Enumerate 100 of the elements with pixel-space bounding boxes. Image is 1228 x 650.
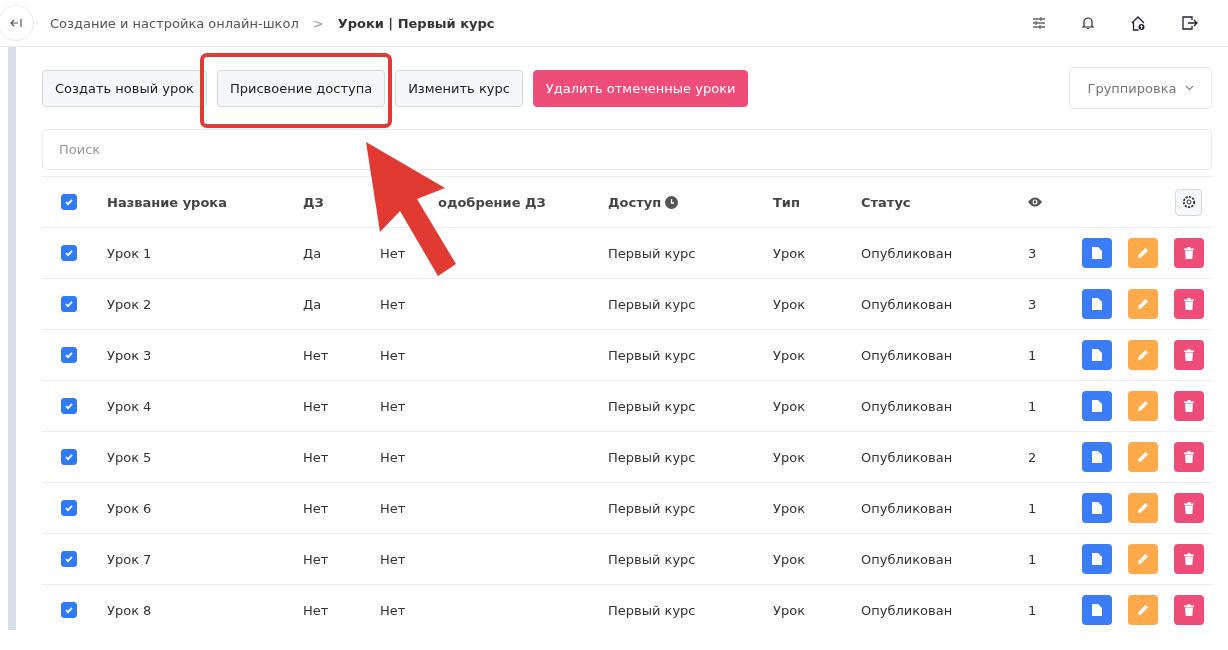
table-cell-text: Первый курс (608, 347, 697, 363)
pencil-icon (1137, 247, 1149, 259)
checkbox[interactable] (61, 398, 77, 414)
checkbox[interactable] (61, 347, 77, 363)
check-icon (64, 248, 74, 258)
check-icon (64, 503, 74, 513)
delete-row-button[interactable] (1174, 391, 1204, 421)
column-header: одобрение ДЗ (438, 194, 547, 210)
check-icon (64, 452, 74, 462)
table-cell-text: Нет (380, 551, 407, 567)
checkbox[interactable] (61, 500, 77, 516)
table-cell-text: Первый курс (608, 602, 697, 618)
checkbox[interactable] (61, 194, 77, 210)
document-icon (1092, 400, 1102, 412)
table-cell-text: Урок 5 (107, 449, 153, 465)
view-button[interactable] (1082, 238, 1112, 268)
search-field[interactable]: Поиск (42, 129, 1212, 170)
table-cell-text: Урок 3 (107, 347, 153, 363)
document-icon (1092, 247, 1102, 259)
document-icon (1092, 298, 1102, 310)
checkbox[interactable] (61, 245, 77, 261)
view-button[interactable] (1082, 544, 1112, 574)
grouping-dropdown[interactable]: Группировка (1069, 67, 1212, 109)
trash-icon (1184, 451, 1194, 463)
view-button[interactable] (1082, 340, 1112, 370)
delete-button[interactable]: Удалить отмеченные уроки (532, 69, 749, 107)
pencil-icon (1137, 400, 1149, 412)
eye-icon (1028, 197, 1042, 207)
sliders-icon[interactable] (1032, 17, 1046, 29)
table-cell-text: Урок (773, 449, 806, 465)
table-cell-text: Нет (380, 296, 407, 312)
table-cell-text: Да (303, 245, 323, 261)
home-icon[interactable] (1130, 15, 1146, 31)
pencil-icon (1137, 298, 1149, 310)
checkbox[interactable] (61, 449, 77, 465)
table-cell-text: Нет (380, 347, 407, 363)
table-cell-text: Опубликован (861, 500, 954, 516)
breadcrumb-link[interactable]: Создание и настройка онлайн-школ (50, 15, 299, 31)
table-cell-text: 3 (1028, 245, 1038, 261)
pencil-icon (1137, 502, 1149, 514)
table-cell-text: Урок (773, 296, 806, 312)
table-cell-text: Урок 2 (107, 296, 153, 312)
table-cell-text: Урок 4 (107, 398, 153, 414)
settings-button[interactable] (1175, 188, 1202, 216)
table-cell-text: Урок (773, 398, 806, 414)
check-icon (64, 401, 74, 411)
back-button[interactable] (0, 5, 34, 41)
table-cell-text: Урок 1 (107, 245, 153, 261)
table-cell-text: Нет (303, 500, 330, 516)
trash-icon (1184, 553, 1194, 565)
trash-icon (1184, 604, 1194, 616)
trash-icon (1184, 400, 1194, 412)
checkbox[interactable] (61, 551, 77, 567)
delete-row-button[interactable] (1174, 544, 1204, 574)
check-icon (64, 299, 74, 309)
view-button[interactable] (1082, 289, 1112, 319)
column-header: Название урока (107, 194, 228, 210)
delete-row-button[interactable] (1174, 289, 1204, 319)
checkbox[interactable] (61, 602, 77, 618)
pencil-icon (1137, 604, 1149, 616)
trash-icon (1184, 349, 1194, 361)
column-header: Доступ (608, 194, 773, 210)
table-cell-text: Урок (773, 500, 806, 516)
document-icon (1092, 502, 1102, 514)
toolbar-button[interactable]: Изменить курс (395, 69, 523, 107)
toolbar-button[interactable]: Создать новый урок (42, 69, 207, 107)
table-cell-text: 3 (1028, 296, 1038, 312)
view-button[interactable] (1082, 493, 1112, 523)
delete-row-button[interactable] (1174, 442, 1204, 472)
trash-icon (1184, 247, 1194, 259)
view-button[interactable] (1082, 595, 1112, 625)
delete-row-button[interactable] (1174, 595, 1204, 625)
toolbar-button[interactable]: Присвоение доступа (217, 69, 386, 107)
delete-row-button[interactable] (1174, 493, 1204, 523)
view-button[interactable] (1082, 442, 1112, 472)
view-button[interactable] (1082, 391, 1112, 421)
table-cell-text: 1 (1028, 551, 1038, 567)
table-cell-text: 1 (1028, 398, 1038, 414)
document-icon (1092, 451, 1102, 463)
logout-icon[interactable] (1182, 16, 1198, 30)
delete-row-button[interactable] (1174, 238, 1204, 268)
table-cell-text: Нет (303, 449, 330, 465)
back-icon (10, 18, 22, 28)
table-cell-text: Нет (303, 551, 330, 567)
checkbox[interactable] (61, 296, 77, 312)
document-icon (1092, 553, 1102, 565)
trash-icon (1184, 298, 1194, 310)
table-cell-text: Опубликован (861, 449, 954, 465)
table-cell-text: Урок 6 (107, 500, 153, 516)
table-cell-text: Урок (773, 245, 806, 261)
bell-icon[interactable] (1082, 16, 1094, 30)
pencil-icon (1137, 553, 1149, 565)
table-cell-text: Нет (303, 347, 330, 363)
table-cell-text: Да (303, 296, 323, 312)
pencil-icon (1137, 349, 1149, 361)
trash-icon (1184, 502, 1194, 514)
delete-row-button[interactable] (1174, 340, 1204, 370)
table-cell-text: Урок (773, 602, 806, 618)
document-icon (1092, 604, 1102, 616)
table-cell-text: Опубликован (861, 398, 954, 414)
